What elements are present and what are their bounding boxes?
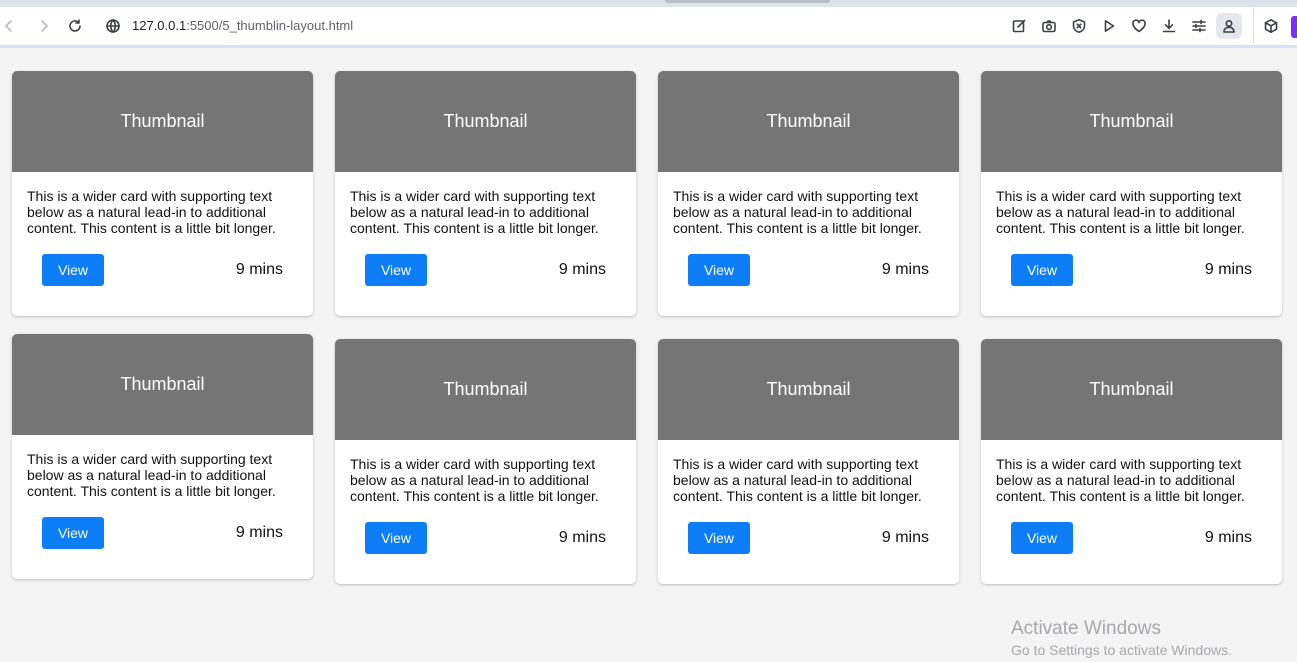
- play-icon: [1104, 20, 1115, 32]
- view-button[interactable]: View: [1011, 522, 1073, 554]
- card-text: This is a wider card with supporting tex…: [350, 456, 599, 504]
- card-footer: View 9 mins: [688, 254, 929, 286]
- address-bar[interactable]: 127.0.0.1:5500/5_thumblin-layout.html: [132, 18, 353, 33]
- edit-page-button[interactable]: [1007, 14, 1031, 38]
- activate-windows-title: Activate Windows: [1011, 618, 1161, 639]
- downloads-button[interactable]: [1157, 14, 1181, 38]
- browser-toolbar: 127.0.0.1:5500/5_thumblin-layout.html: [0, 7, 1297, 46]
- card-footer: View 9 mins: [365, 254, 606, 286]
- chevron-right-icon: [41, 20, 48, 32]
- card-time: 9 mins: [1204, 261, 1252, 278]
- card: Thumbnail This is a wider card with supp…: [981, 339, 1282, 584]
- view-button[interactable]: View: [42, 254, 104, 286]
- card: Thumbnail This is a wider card with supp…: [335, 71, 636, 316]
- card-time: 9 mins: [881, 529, 929, 546]
- card-footer: View 9 mins: [365, 522, 606, 554]
- card-thumbnail: Thumbnail: [12, 334, 313, 435]
- extensions-button[interactable]: [1259, 14, 1283, 38]
- view-button[interactable]: View: [42, 517, 104, 549]
- card: Thumbnail This is a wider card with supp…: [658, 71, 959, 316]
- view-button[interactable]: View: [365, 254, 427, 286]
- edit-icon: [1012, 19, 1026, 33]
- card-footer: View 9 mins: [1011, 254, 1252, 286]
- card-time: 9 mins: [558, 529, 606, 546]
- card-time: 9 mins: [235, 261, 283, 278]
- url-path: :5500/5_thumblin-layout.html: [186, 18, 354, 33]
- card: Thumbnail This is a wider card with supp…: [658, 339, 959, 584]
- card-time: 9 mins: [558, 261, 606, 278]
- card-text: This is a wider card with supporting tex…: [27, 188, 276, 236]
- back-button[interactable]: [0, 14, 21, 38]
- sliders-icon: [1192, 19, 1206, 33]
- browser-tab-strip: [0, 0, 1297, 7]
- view-button[interactable]: View: [365, 522, 427, 554]
- card-text: This is a wider card with supporting tex…: [996, 456, 1245, 504]
- shield-button[interactable]: [1067, 14, 1091, 38]
- profile-button[interactable]: [1216, 13, 1242, 39]
- card-footer: View 9 mins: [688, 522, 929, 554]
- favorite-button[interactable]: [1127, 14, 1151, 38]
- activate-windows-subtitle: Go to Settings to activate Windows.: [1011, 642, 1232, 658]
- cube-icon: [1264, 19, 1278, 33]
- toolbar-divider: [1253, 7, 1254, 45]
- site-info-button[interactable]: [101, 14, 125, 38]
- chevron-left-icon: [5, 20, 12, 32]
- card-footer: View 9 mins: [42, 517, 283, 549]
- card-footer: View 9 mins: [1011, 522, 1252, 554]
- heart-icon: [1132, 19, 1146, 33]
- forward-button[interactable]: [32, 14, 56, 38]
- view-button[interactable]: View: [688, 522, 750, 554]
- sidebar-toggle-edge[interactable]: [1291, 16, 1297, 38]
- card-text: This is a wider card with supporting tex…: [350, 188, 599, 236]
- card-time: 9 mins: [1204, 529, 1252, 546]
- reload-button[interactable]: [63, 14, 87, 38]
- card-thumbnail: Thumbnail: [658, 339, 959, 440]
- download-icon: [1162, 19, 1176, 33]
- customize-button[interactable]: [1187, 14, 1211, 38]
- active-tab-edge[interactable]: [665, 0, 830, 3]
- card-thumbnail: Thumbnail: [981, 339, 1282, 440]
- card-thumbnail: Thumbnail: [12, 71, 313, 172]
- screenshot-button[interactable]: [1037, 14, 1061, 38]
- card: Thumbnail This is a wider card with supp…: [12, 71, 313, 316]
- camera-icon: [1042, 20, 1056, 33]
- card-thumbnail: Thumbnail: [658, 71, 959, 172]
- card-text: This is a wider card with supporting tex…: [673, 456, 922, 504]
- card-time: 9 mins: [235, 524, 283, 541]
- card-text: This is a wider card with supporting tex…: [996, 188, 1245, 236]
- view-button[interactable]: View: [1011, 254, 1073, 286]
- person-icon: [1223, 19, 1235, 33]
- toolbar-shadow: [0, 45, 1297, 48]
- card-thumbnail: Thumbnail: [335, 71, 636, 172]
- view-button[interactable]: View: [688, 254, 750, 286]
- card-footer: View 9 mins: [42, 254, 283, 286]
- card-time: 9 mins: [881, 261, 929, 278]
- shield-x-icon: [1072, 19, 1086, 34]
- globe-icon: [106, 19, 120, 33]
- card-thumbnail: Thumbnail: [981, 71, 1282, 172]
- card-thumbnail: Thumbnail: [335, 339, 636, 440]
- url-host: 127.0.0.1: [132, 18, 187, 33]
- card-text: This is a wider card with supporting tex…: [27, 451, 276, 499]
- card: Thumbnail This is a wider card with supp…: [12, 334, 313, 579]
- card: Thumbnail This is a wider card with supp…: [981, 71, 1282, 316]
- play-button[interactable]: [1097, 14, 1121, 38]
- reload-icon: [69, 19, 81, 32]
- card-text: This is a wider card with supporting tex…: [673, 188, 922, 236]
- card: Thumbnail This is a wider card with supp…: [335, 339, 636, 584]
